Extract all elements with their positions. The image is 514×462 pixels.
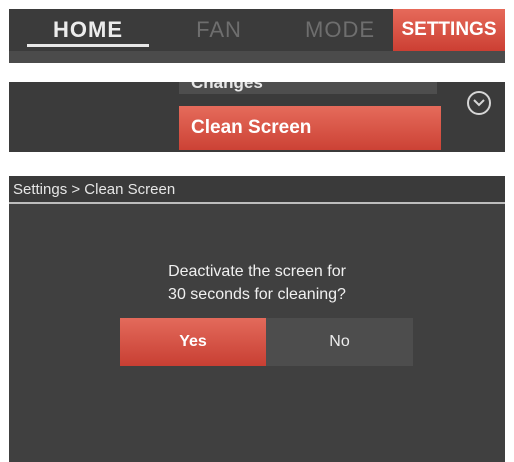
menu-item-changes[interactable]: Changes [179, 82, 437, 94]
top-tab-bar: HOME FAN MODE SETTINGS [9, 9, 505, 63]
tab-settings[interactable]: SETTINGS [393, 9, 505, 51]
tab-mode[interactable]: MODE [285, 9, 395, 51]
yes-button[interactable]: Yes [120, 318, 266, 366]
prompt-line-1: Deactivate the screen for [168, 263, 346, 280]
clean-screen-dialog: Settings > Clean Screen Deactivate the s… [9, 176, 505, 462]
prompt-line-2: 30 seconds for cleaning? [168, 286, 346, 303]
settings-menu-list: Changes Clean Screen [9, 82, 505, 152]
tab-fan[interactable]: FAN [169, 9, 269, 51]
tab-bar: HOME FAN MODE SETTINGS [9, 9, 505, 51]
tab-home[interactable]: HOME [27, 9, 149, 51]
breadcrumb: Settings > Clean Screen [9, 176, 505, 204]
tab-bar-divider [9, 51, 505, 63]
chevron-down-circle-icon[interactable] [467, 91, 491, 115]
no-button[interactable]: No [266, 318, 413, 366]
dialog-prompt: Deactivate the screen for 30 seconds for… [9, 260, 505, 306]
menu-item-clean-screen[interactable]: Clean Screen [179, 106, 441, 150]
